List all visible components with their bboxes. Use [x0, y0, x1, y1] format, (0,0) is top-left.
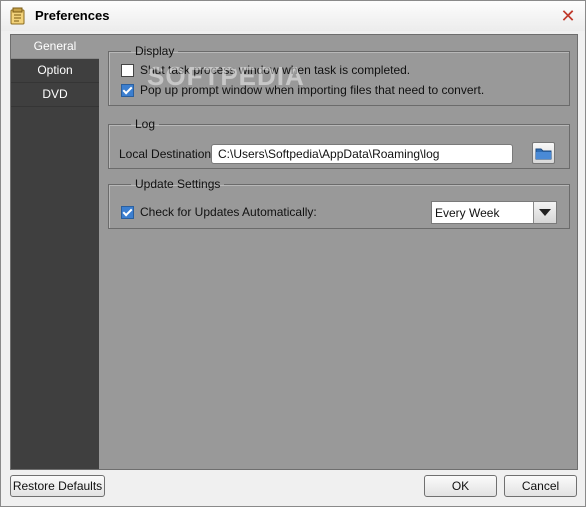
log-legend: Log	[135, 117, 156, 131]
window-title: Preferences	[35, 8, 110, 23]
update-frequency-select[interactable]: Every Week	[431, 201, 557, 224]
popup-prompt-label: Pop up prompt window when importing file…	[140, 83, 485, 97]
destination-row: Local Destination:	[119, 147, 214, 161]
folder-icon	[535, 148, 552, 160]
content-area: General Option DVD Display Shut task pro…	[10, 34, 578, 470]
preferences-window: Preferences ✕ General Option DVD Display…	[0, 0, 586, 507]
auto-update-checkbox[interactable]	[121, 205, 134, 219]
settings-panel: Display Shut task process window when ta…	[99, 35, 577, 469]
title-bar[interactable]: Preferences ✕	[1, 1, 585, 31]
popup-prompt-row[interactable]: Pop up prompt window when importing file…	[121, 83, 484, 97]
destination-path-input[interactable]	[211, 144, 513, 164]
popup-prompt-checkbox[interactable]	[121, 83, 134, 97]
shut-window-checkbox[interactable]	[121, 63, 134, 77]
ok-button[interactable]: OK	[424, 475, 497, 497]
update-settings-group: Update Settings Check for Updates Automa…	[108, 177, 570, 229]
auto-update-row[interactable]: Check for Updates Automatically:	[121, 205, 317, 219]
chevron-down-icon[interactable]	[533, 202, 556, 223]
auto-update-label: Check for Updates Automatically:	[140, 205, 317, 219]
restore-defaults-button[interactable]: Restore Defaults	[10, 475, 105, 497]
cancel-button[interactable]: Cancel	[504, 475, 577, 497]
sidebar-item-option[interactable]: Option	[11, 59, 99, 83]
shut-window-label: Shut task process window when task is co…	[140, 63, 411, 77]
sidebar: General Option DVD	[11, 35, 99, 469]
update-legend: Update Settings	[135, 177, 221, 191]
shut-window-row[interactable]: Shut task process window when task is co…	[121, 63, 410, 77]
destination-label: Local Destination:	[119, 147, 215, 161]
browse-folder-button[interactable]	[532, 142, 555, 164]
sidebar-item-dvd[interactable]: DVD	[11, 83, 99, 107]
app-icon	[10, 7, 25, 25]
sidebar-item-general[interactable]: General	[11, 35, 99, 59]
display-legend: Display	[135, 44, 175, 58]
log-group: Log Local Destination:	[108, 117, 570, 169]
update-frequency-value: Every Week	[435, 206, 500, 220]
close-icon[interactable]: ✕	[559, 7, 577, 25]
display-group: Display Shut task process window when ta…	[108, 44, 570, 106]
